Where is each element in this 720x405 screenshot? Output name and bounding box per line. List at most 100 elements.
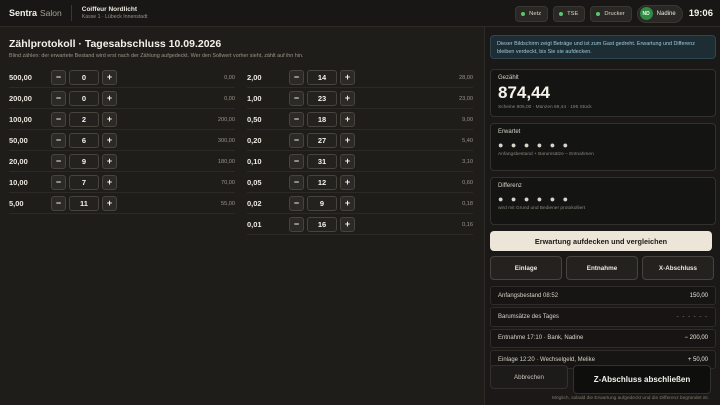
increment-button[interactable]: +: [102, 175, 117, 190]
quantity-stepper: −16 +: [289, 217, 355, 232]
expected-masked-value: ● ● ● ● ● ●: [498, 140, 571, 150]
denomination-label: 10,00: [9, 178, 28, 187]
quantity-stepper: −23 +: [289, 91, 355, 106]
quantity-input[interactable]: 31: [307, 154, 337, 169]
difference-note: wird mit Grund und Bediener protokollier…: [498, 206, 586, 211]
decrement-button[interactable]: −: [289, 175, 304, 190]
quantity-input[interactable]: 23: [307, 91, 337, 106]
quantity-input[interactable]: 0: [69, 91, 99, 106]
count-panel: Zählprotokoll · Tagesabschluss 10.09.202…: [0, 27, 484, 405]
quantity-input[interactable]: 27: [307, 133, 337, 148]
withdrawal-button[interactable]: Entnahme: [566, 256, 638, 280]
shop-name: Coiffeur Nordlicht: [81, 6, 138, 13]
avatar: ND: [639, 7, 653, 20]
increment-button[interactable]: +: [340, 217, 355, 232]
banknote-row: 10,00−7 +70,00: [9, 173, 235, 193]
quantity-input[interactable]: 11: [69, 196, 99, 211]
coin-row: 0,10−31 +3,10: [247, 152, 473, 172]
entry-value: − 200,00: [684, 335, 708, 342]
coin-row: 0,50−18 +9,00: [247, 110, 473, 130]
page-subtitle: Blind zählen: der erwartete Bestand wird…: [9, 53, 304, 59]
increment-button[interactable]: +: [102, 154, 117, 169]
increment-button[interactable]: +: [340, 196, 355, 211]
quantity-input[interactable]: 7: [69, 175, 99, 190]
cash-movements-list: Anfangsbestand 08:52 150,00 Barumsätze d…: [490, 286, 716, 371]
coin-row: 0,20−27 +5,40: [247, 131, 473, 151]
shop-info: Coiffeur Nordlicht Kasse 1 · Lübeck Inne…: [82, 6, 148, 20]
line-amount: 0,16: [462, 221, 473, 228]
increment-button[interactable]: +: [102, 112, 117, 127]
decrement-button[interactable]: −: [289, 217, 304, 232]
quantity-input[interactable]: 9: [307, 196, 337, 211]
header-divider: [70, 5, 72, 21]
decrement-button[interactable]: −: [289, 154, 304, 169]
counted-card: Gezählt 874,44 Scheine 805,00 · Münzen 6…: [490, 69, 716, 117]
increment-button[interactable]: +: [102, 196, 117, 211]
status-network[interactable]: Netz: [515, 5, 549, 22]
increment-button[interactable]: +: [102, 91, 117, 106]
increment-button[interactable]: +: [340, 175, 355, 190]
user-name: Nadine: [656, 10, 676, 17]
status-tse[interactable]: TSE: [553, 5, 586, 22]
status-printer[interactable]: Drucker: [590, 5, 632, 22]
list-item: Entnahme 17:10 · Bank, Nadine − 200,00: [490, 328, 716, 348]
denomination-label: 2,00: [247, 73, 262, 82]
decrement-button[interactable]: −: [51, 175, 66, 190]
decrement-button[interactable]: −: [289, 91, 304, 106]
denomination-label: 0,50: [247, 115, 262, 124]
quantity-stepper: −14 +: [289, 70, 355, 85]
decrement-button[interactable]: −: [51, 70, 66, 85]
status-tse-label: TSE: [567, 10, 579, 17]
entry-label: Einlage 12:20 · Wechselgeld, Melike: [498, 356, 595, 363]
banknote-row: 20,00−9 +180,00: [9, 152, 235, 172]
increment-button[interactable]: +: [340, 154, 355, 169]
increment-button[interactable]: +: [340, 91, 355, 106]
decrement-button[interactable]: −: [51, 154, 66, 169]
quantity-stepper: −12 +: [289, 175, 355, 190]
line-amount: 3,10: [462, 158, 473, 165]
quantity-input[interactable]: 0: [69, 70, 99, 85]
quantity-input[interactable]: 12: [307, 175, 337, 190]
difference-card: Differenz ● ● ● ● ● ● wird mit Grund und…: [490, 177, 716, 225]
user-menu[interactable]: ND Nadine: [636, 4, 683, 23]
reveal-expected-button[interactable]: Erwartung aufdecken und vergleichen: [490, 231, 712, 251]
line-amount: 180,00: [217, 158, 235, 165]
increment-button[interactable]: +: [340, 112, 355, 127]
quantity-input[interactable]: 9: [69, 154, 99, 169]
line-amount: 300,00: [217, 137, 235, 144]
decrement-button[interactable]: −: [289, 133, 304, 148]
decrement-button[interactable]: −: [289, 70, 304, 85]
denomination-label: 200,00: [9, 94, 32, 103]
increment-button[interactable]: +: [340, 70, 355, 85]
decrement-button[interactable]: −: [51, 112, 66, 127]
quantity-input[interactable]: 16: [307, 217, 337, 232]
expected-label: Erwartet: [498, 129, 521, 135]
decrement-button[interactable]: −: [51, 196, 66, 211]
banknote-row: 50,00−6 +300,00: [9, 131, 235, 151]
decrement-button[interactable]: −: [51, 133, 66, 148]
quantity-stepper: −31 +: [289, 154, 355, 169]
clock: 19:06: [688, 8, 713, 19]
quantity-input[interactable]: 6: [69, 133, 99, 148]
banknote-row: 200,00−0 +0,00: [9, 89, 235, 109]
increment-button[interactable]: +: [102, 70, 117, 85]
increment-button[interactable]: +: [102, 133, 117, 148]
coin-row: 1,00−23 +23,00: [247, 89, 473, 109]
cancel-button[interactable]: Abbrechen: [490, 365, 568, 389]
denomination-label: 5,00: [9, 199, 24, 208]
quantity-input[interactable]: 14: [307, 70, 337, 85]
decrement-button[interactable]: −: [289, 112, 304, 127]
quantity-stepper: −2 +: [51, 112, 117, 127]
quantity-stepper: −0 +: [51, 91, 117, 106]
decrement-button[interactable]: −: [51, 91, 66, 106]
quantity-input[interactable]: 18: [307, 112, 337, 127]
increment-button[interactable]: +: [340, 133, 355, 148]
decrement-button[interactable]: −: [289, 196, 304, 211]
z-report-submit-button[interactable]: Z-Abschluss abschließen: [573, 365, 711, 394]
x-report-button[interactable]: X-Abschluss: [642, 256, 714, 280]
status-dot-icon: [596, 11, 601, 16]
deposit-button[interactable]: Einlage: [490, 256, 562, 280]
coin-column: 2,00−14 +28,00 1,00−23 +23,00 0,50−18 +9,00 0,…: [247, 68, 473, 236]
quantity-input[interactable]: 2: [69, 112, 99, 127]
brand-logo: Sentra Salon: [9, 8, 62, 18]
